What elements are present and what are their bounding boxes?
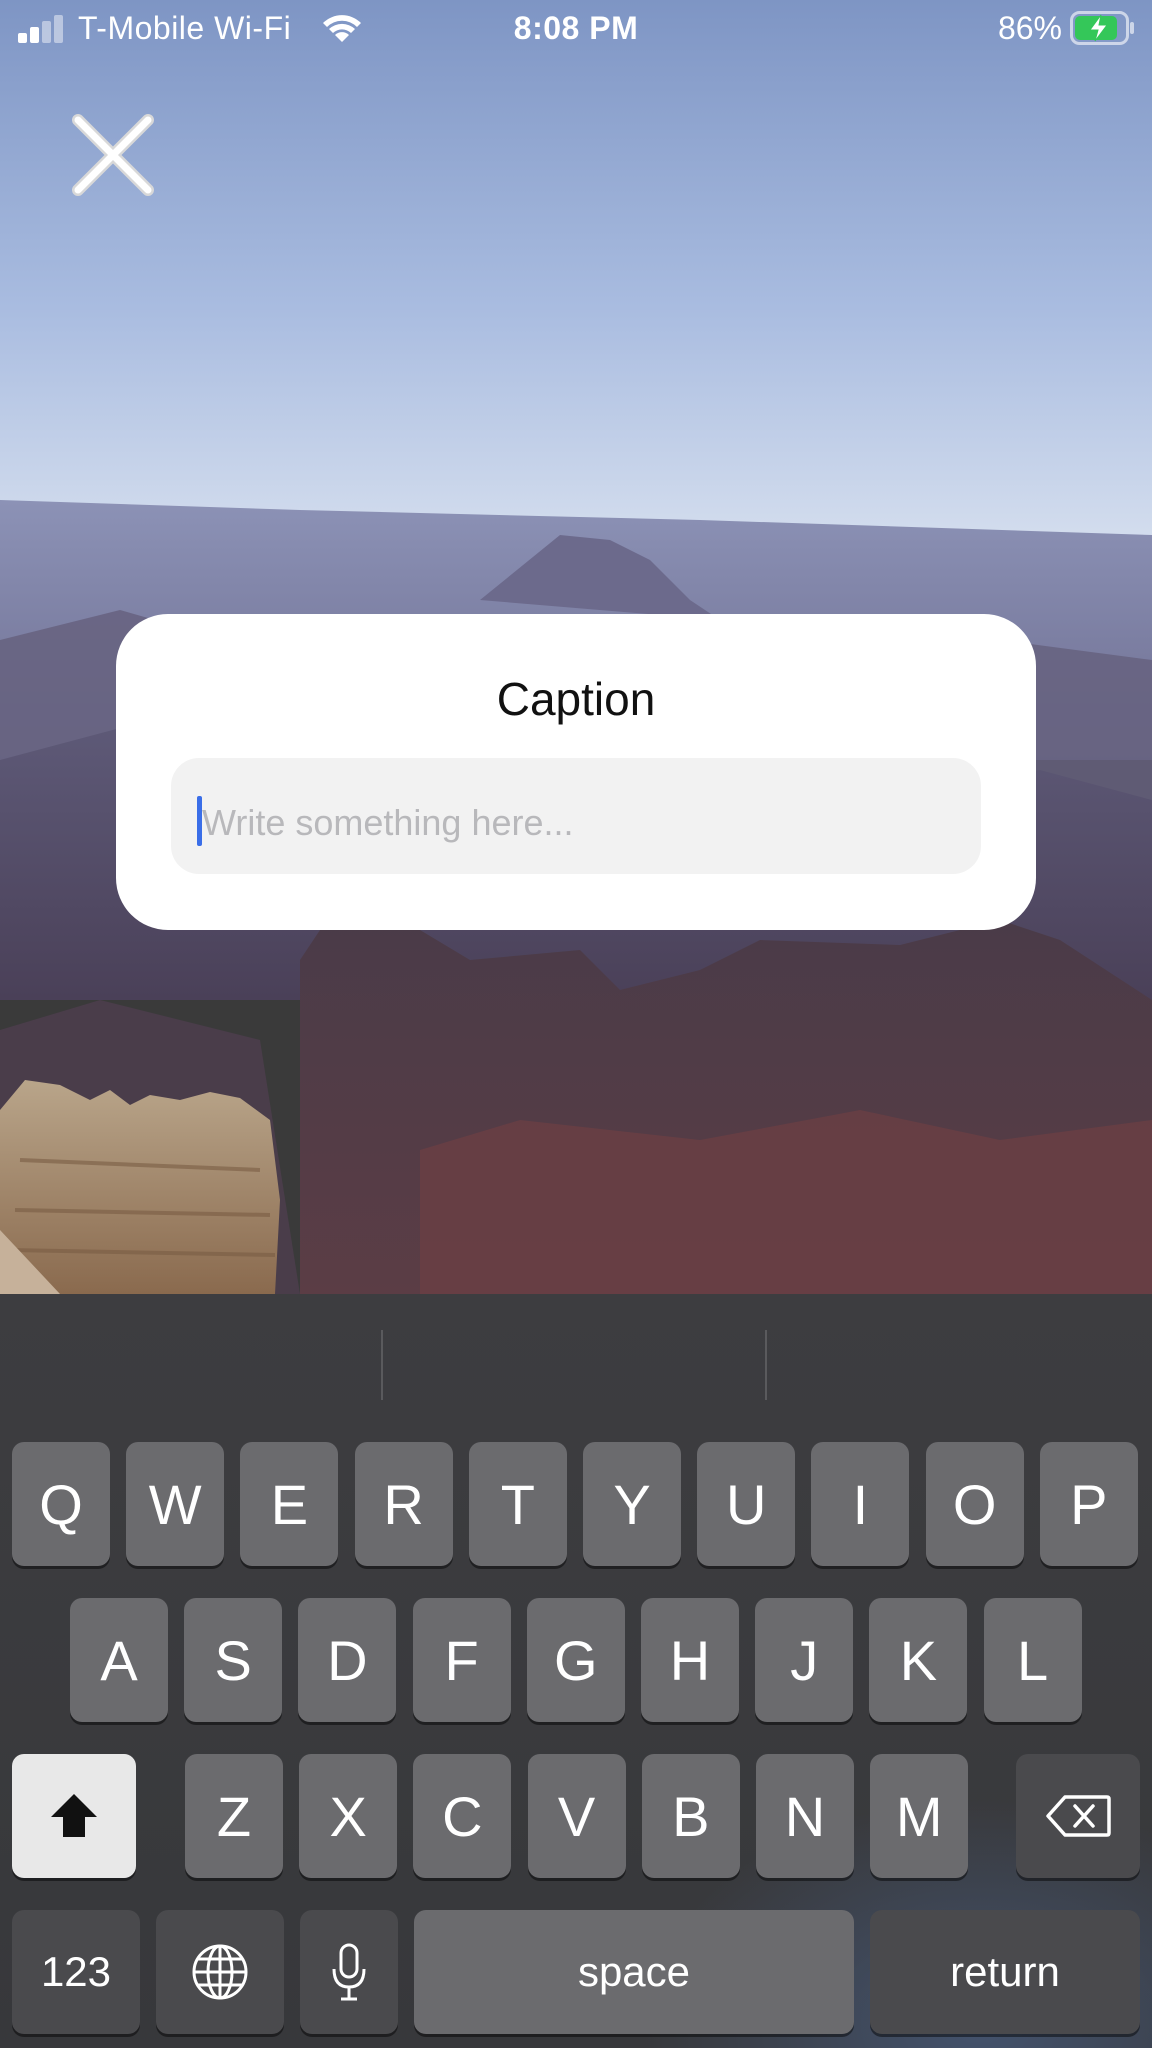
key-f[interactable]: F <box>412 1598 511 1722</box>
key-g[interactable]: G <box>526 1598 625 1722</box>
key-u[interactable]: U <box>697 1442 796 1566</box>
key-e[interactable]: E <box>240 1442 339 1566</box>
key-x[interactable]: X <box>299 1754 398 1878</box>
globe-icon <box>192 1944 248 2000</box>
close-icon <box>72 114 154 196</box>
status-bar: T-Mobile Wi-Fi 8:08 PM 86% <box>0 0 1152 58</box>
microphone-icon <box>332 1943 366 2001</box>
key-i[interactable]: I <box>811 1442 910 1566</box>
suggestion-divider <box>765 1330 767 1400</box>
key-s[interactable]: S <box>184 1598 283 1722</box>
key-r[interactable]: R <box>354 1442 453 1566</box>
key-d[interactable]: D <box>298 1598 397 1722</box>
key-t[interactable]: T <box>468 1442 567 1566</box>
caption-input[interactable]: Write something here... <box>171 758 981 874</box>
key-m[interactable]: M <box>870 1754 969 1878</box>
key-p[interactable]: P <box>1039 1442 1138 1566</box>
key-c[interactable]: C <box>413 1754 512 1878</box>
key-l[interactable]: L <box>983 1598 1082 1722</box>
key-v[interactable]: V <box>527 1754 626 1878</box>
space-key[interactable]: space <box>414 1910 854 2034</box>
caption-placeholder: Write something here... <box>202 802 574 843</box>
key-y[interactable]: Y <box>583 1442 681 1566</box>
backspace-icon <box>1046 1795 1111 1837</box>
key-j[interactable]: J <box>755 1598 854 1722</box>
key-w[interactable]: W <box>126 1442 225 1566</box>
key-k[interactable]: K <box>869 1598 968 1722</box>
globe-key[interactable] <box>156 1910 284 2034</box>
key-z[interactable]: Z <box>185 1754 283 1878</box>
key-n[interactable]: N <box>756 1754 854 1878</box>
keyboard: QWERTYUIOP ASDFGHJKL ZXCVBNM 123 space r… <box>0 1294 1152 2048</box>
key-o[interactable]: O <box>925 1442 1024 1566</box>
close-button[interactable] <box>70 112 156 198</box>
suggestion-divider <box>381 1330 383 1400</box>
clock: 8:08 PM <box>513 10 639 46</box>
key-q[interactable]: Q <box>12 1442 110 1566</box>
battery-charging-icon <box>1070 11 1136 50</box>
caption-dialog: Caption Write something here... <box>116 614 1036 930</box>
return-key[interactable]: return <box>870 1910 1140 2034</box>
key-a[interactable]: A <box>70 1598 168 1722</box>
battery-percentage: 86% <box>997 10 1062 46</box>
shift-key[interactable] <box>12 1754 136 1878</box>
shift-arrow-icon <box>51 1794 97 1837</box>
numbers-key[interactable]: 123 <box>12 1910 140 2034</box>
key-h[interactable]: H <box>641 1598 739 1722</box>
caption-title: Caption <box>496 673 656 725</box>
backspace-key[interactable] <box>1016 1754 1140 1878</box>
dictation-key[interactable] <box>300 1910 398 2034</box>
key-b[interactable]: B <box>641 1754 740 1878</box>
